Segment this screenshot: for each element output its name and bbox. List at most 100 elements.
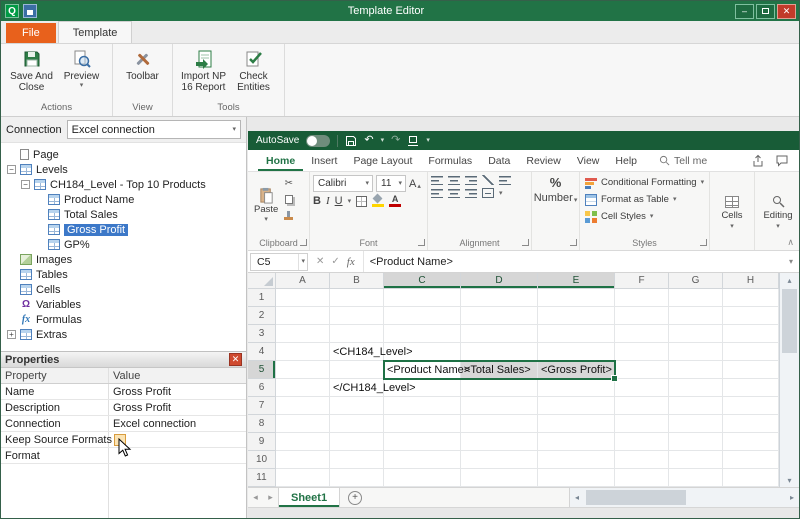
number-format-button[interactable]: Number ▾ (534, 192, 578, 204)
maximize-button[interactable] (756, 3, 775, 19)
property-row-keep-source-formats[interactable]: Keep Source Formats (1, 432, 246, 448)
add-sheet-button[interactable]: + (348, 490, 363, 505)
column-header-B[interactable]: B (330, 273, 384, 289)
cell-styles-button[interactable]: Cell Styles ▾ (583, 208, 706, 225)
column-header-G[interactable]: G (669, 273, 723, 289)
collapse-ribbon-icon[interactable]: ∧ (787, 237, 794, 248)
close-button[interactable]: ✕ (777, 3, 796, 19)
tree-item-cells[interactable]: Cells (1, 282, 246, 297)
copy-button[interactable] (284, 192, 293, 206)
cell-E8[interactable] (538, 415, 615, 433)
expand-icon[interactable]: + (7, 330, 16, 339)
scrollbar-track[interactable] (780, 287, 799, 473)
cell-B7[interactable] (330, 397, 384, 415)
cell-D7[interactable] (461, 397, 538, 415)
cells-button[interactable]: Cells (721, 210, 742, 221)
cell-D9[interactable] (461, 433, 538, 451)
cell-G5[interactable] (669, 361, 723, 379)
chevron-down-icon[interactable]: ▾ (381, 137, 385, 144)
cell-E11[interactable] (538, 469, 615, 487)
wrap-text-icon[interactable] (499, 175, 511, 185)
row-header-11[interactable]: 11 (248, 469, 276, 487)
column-header-E[interactable]: E (538, 273, 615, 289)
cell-D4[interactable] (461, 343, 538, 361)
tab-file[interactable]: File (6, 23, 56, 43)
dialog-launcher-icon[interactable] (418, 239, 425, 246)
cell-B1[interactable] (330, 289, 384, 307)
cell-D8[interactable] (461, 415, 538, 433)
cell-A7[interactable] (276, 397, 330, 415)
column-header-A[interactable]: A (276, 273, 330, 289)
cell-F1[interactable] (615, 289, 669, 307)
column-header-D[interactable]: D (461, 273, 538, 289)
minimize-button[interactable]: – (735, 3, 754, 19)
tree-item-levels[interactable]: − Levels (1, 162, 246, 177)
cell-H3[interactable] (723, 325, 779, 343)
close-icon[interactable]: ✕ (229, 353, 242, 366)
cell-A1[interactable] (276, 289, 330, 307)
tell-me-box[interactable]: Tell me (659, 155, 707, 167)
tab-help[interactable]: Help (607, 150, 645, 171)
row-header-9[interactable]: 9 (248, 433, 276, 451)
dialog-launcher-icon[interactable] (300, 239, 307, 246)
customize-toolbar-icon[interactable]: ▾ (426, 137, 430, 144)
align-right-icon[interactable] (465, 188, 477, 198)
formula-input[interactable]: <Product Name> (364, 251, 785, 272)
cell-H1[interactable] (723, 289, 779, 307)
cell-A9[interactable] (276, 433, 330, 451)
row-header-7[interactable]: 7 (248, 397, 276, 415)
name-box[interactable]: C5 ▾ (250, 252, 308, 271)
sheet-tab-sheet1[interactable]: Sheet1 (278, 488, 341, 507)
cell-B4[interactable]: <CH184_Level> (330, 343, 413, 361)
row-header-2[interactable]: 2 (248, 307, 276, 325)
cell-B6[interactable]: </CH184_Level> (330, 379, 416, 397)
property-value[interactable]: Gross Profit (109, 384, 246, 399)
expand-formula-bar-icon[interactable]: ▾ (785, 257, 797, 266)
cell-H4[interactable] (723, 343, 779, 361)
scroll-down-icon[interactable]: ▾ (780, 473, 799, 487)
next-sheet-icon[interactable]: ▸ (263, 492, 278, 503)
format-painter-button[interactable] (284, 208, 294, 222)
cell-F3[interactable] (615, 325, 669, 343)
cell-G6[interactable] (669, 379, 723, 397)
cell-B5[interactable] (330, 361, 384, 379)
cell-C2[interactable] (384, 307, 461, 325)
cell-H11[interactable] (723, 469, 779, 487)
scroll-right-icon[interactable]: ▸ (785, 493, 799, 502)
cell-C7[interactable] (384, 397, 461, 415)
cell-H8[interactable] (723, 415, 779, 433)
conditional-formatting-button[interactable]: Conditional Formatting ▾ (583, 174, 706, 191)
underline-button[interactable]: U (335, 195, 343, 207)
property-value[interactable] (109, 448, 246, 463)
property-row-format[interactable]: Format (1, 448, 246, 464)
cut-button[interactable]: ✂ (284, 176, 293, 190)
cell-C8[interactable] (384, 415, 461, 433)
dialog-launcher-icon[interactable] (522, 239, 529, 246)
quick-save-icon[interactable] (23, 4, 37, 18)
cell-A3[interactable] (276, 325, 330, 343)
column-header-C[interactable]: C (384, 273, 461, 289)
insert-function-icon[interactable]: fx (347, 256, 355, 268)
font-name-select[interactable]: Calibri ▾ (313, 175, 373, 192)
cell-G9[interactable] (669, 433, 723, 451)
cell-D5[interactable]: <Total Sales> (461, 361, 538, 379)
property-value[interactable]: Excel connection (109, 416, 246, 431)
tree-item-variables[interactable]: Ω Variables (1, 297, 246, 312)
cell-B2[interactable] (330, 307, 384, 325)
cell-B9[interactable] (330, 433, 384, 451)
merge-center-icon[interactable] (482, 188, 494, 198)
collapse-icon[interactable]: − (7, 165, 16, 174)
cell-F11[interactable] (615, 469, 669, 487)
chevron-down-icon[interactable]: ▾ (348, 198, 352, 205)
dialog-launcher-icon[interactable] (700, 239, 707, 246)
cell-E5[interactable]: <Gross Profit> (538, 361, 615, 379)
cell-C10[interactable] (384, 451, 461, 469)
cell-H5[interactable] (723, 361, 779, 379)
tree-item-extras[interactable]: + Extras (1, 327, 246, 342)
row-header-3[interactable]: 3 (248, 325, 276, 343)
property-value[interactable]: Gross Profit (109, 400, 246, 415)
cell-C1[interactable] (384, 289, 461, 307)
borders-icon[interactable] (356, 195, 368, 207)
cell-C11[interactable] (384, 469, 461, 487)
cell-F7[interactable] (615, 397, 669, 415)
